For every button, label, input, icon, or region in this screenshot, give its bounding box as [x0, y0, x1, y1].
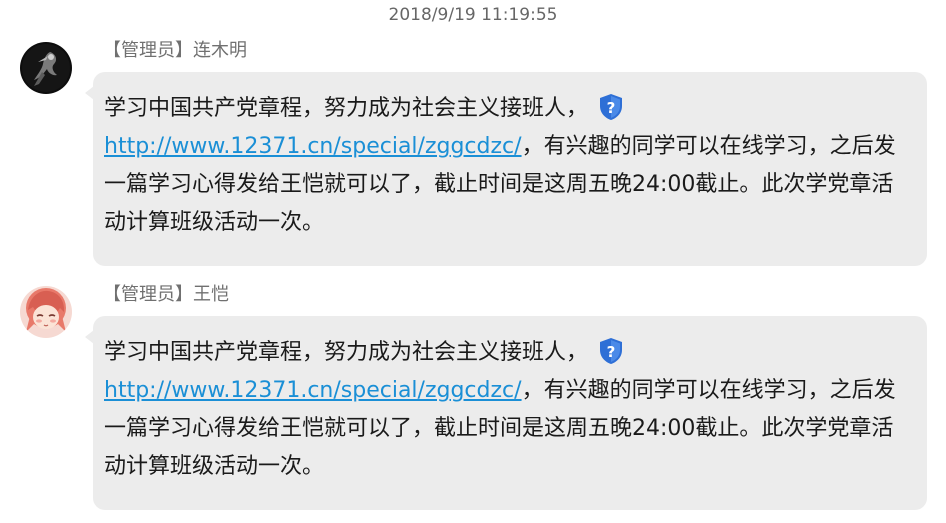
message-bubble[interactable]: 学习中国共产党章程，努力成为社会主义接班人，? http://www.12371.…: [85, 316, 927, 510]
security-shield-icon[interactable]: ?: [598, 93, 624, 121]
anime-girl-avatar-icon[interactable]: [20, 286, 72, 338]
party-constitution-link[interactable]: http://www.12371.cn/special/zggcdzc/: [104, 378, 522, 403]
message-text-intro: 学习中国共产党章程，努力成为社会主义接班人，: [104, 96, 589, 121]
message-text: 学习中国共产党章程，努力成为社会主义接班人，? http://www.12371.…: [104, 90, 907, 242]
security-shield-icon[interactable]: ?: [598, 337, 624, 365]
svg-text:?: ?: [607, 99, 616, 117]
svg-text:?: ?: [607, 343, 616, 361]
bubble-tail: [85, 86, 94, 100]
sender-name[interactable]: 【管理员】连木明: [103, 38, 247, 64]
bubble-tail: [85, 330, 94, 344]
party-constitution-link[interactable]: http://www.12371.cn/special/zggcdzc/: [104, 134, 522, 159]
message-text: 学习中国共产党章程，努力成为社会主义接班人，? http://www.12371.…: [104, 334, 907, 486]
message-timestamp: 2018/9/19 11:19:55: [388, 5, 558, 25]
sender-name[interactable]: 【管理员】王恺: [103, 282, 229, 308]
message-bubble[interactable]: 学习中国共产党章程，努力成为社会主义接班人，? http://www.12371.…: [85, 72, 927, 266]
message-text-intro: 学习中国共产党章程，努力成为社会主义接班人，: [104, 340, 589, 365]
dark-figure-avatar-icon[interactable]: [20, 42, 72, 94]
